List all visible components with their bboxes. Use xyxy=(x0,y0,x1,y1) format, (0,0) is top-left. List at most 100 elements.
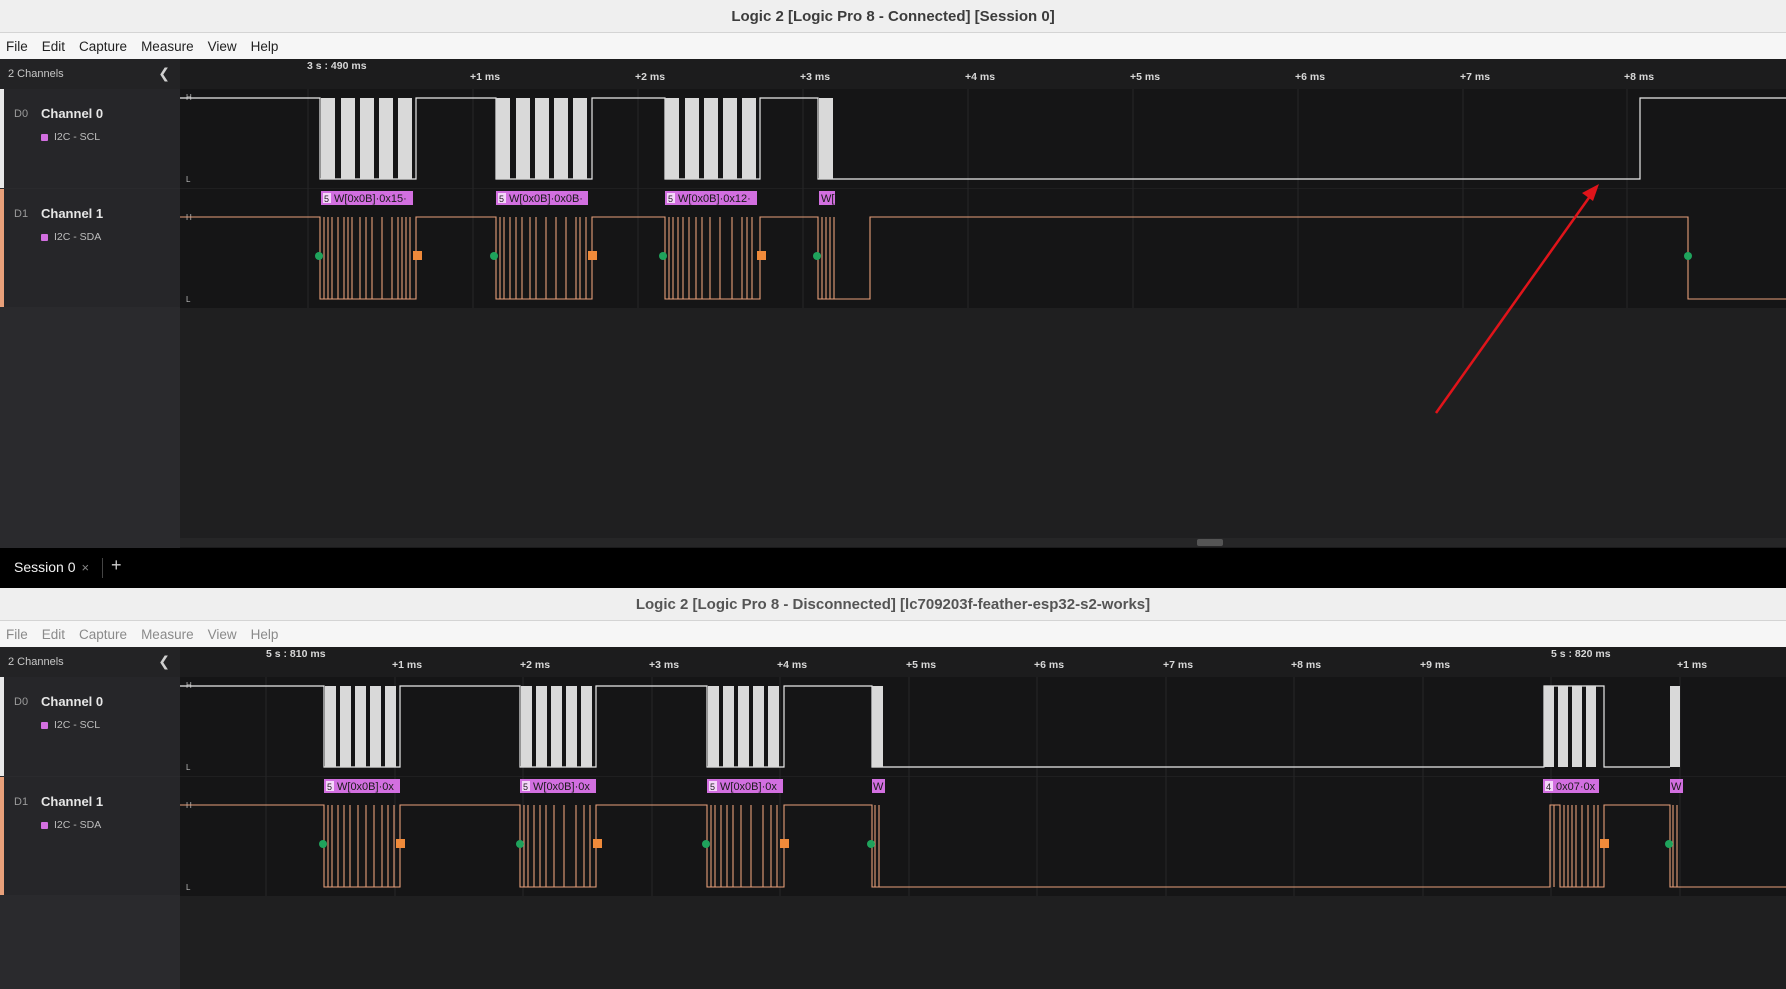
time-tick: +6 ms xyxy=(1034,659,1065,671)
time-tick: +4 ms xyxy=(965,71,996,83)
channel-row-1[interactable]: D1 Channel 1 I2C - SDA xyxy=(0,189,180,307)
start-marker xyxy=(659,252,667,260)
channel-color-bar xyxy=(0,189,4,307)
session-tab[interactable]: Session 0 × xyxy=(14,559,89,575)
analyzer-tag[interactable]: I2C - SCL xyxy=(41,719,100,731)
time-start-label: 3 s : 490 ms xyxy=(307,60,367,72)
channel-name[interactable]: Channel 1 xyxy=(41,794,103,809)
add-session-button[interactable]: + xyxy=(111,555,122,576)
time-tick: +8 ms xyxy=(1624,71,1655,83)
channels-header: 2 Channels ❮ xyxy=(0,59,180,89)
svg-text:W[0x0B]·0x0B·: W[0x0B]·0x0B· xyxy=(509,193,583,205)
menu-capture[interactable]: Capture xyxy=(73,39,135,54)
menu-view[interactable]: View xyxy=(202,627,245,642)
time-axis[interactable]: 5 s : 810 ms +1 ms +2 ms +3 ms +4 ms +5 … xyxy=(180,647,1786,677)
time-tick: +2 ms xyxy=(520,659,551,671)
analyzer-tag[interactable]: I2C - SDA xyxy=(41,819,101,831)
menu-bar-2: File Edit Capture Measure View Help xyxy=(0,621,1786,648)
start-marker xyxy=(490,252,498,260)
channels-count: 2 Channels xyxy=(8,68,64,80)
analyzer-color-icon xyxy=(41,721,48,729)
menu-bar: File Edit Capture Measure View Help xyxy=(0,33,1786,60)
channel-0-track xyxy=(180,89,1786,188)
menu-file[interactable]: File xyxy=(0,627,36,642)
menu-help[interactable]: Help xyxy=(245,627,287,642)
menu-help[interactable]: Help xyxy=(245,39,287,54)
svg-text:0x07·0x: 0x07·0x xyxy=(1556,781,1596,793)
channel-row-0[interactable]: D0 Channel 0 I2C - SCL xyxy=(0,677,180,776)
analyzer-color-icon xyxy=(41,233,48,241)
time-start-label: 5 s : 810 ms xyxy=(266,648,326,660)
analyzer-tag[interactable]: I2C - SCL xyxy=(41,131,100,143)
time-tick: +9 ms xyxy=(1420,659,1451,671)
waveform-area[interactable]: H L H L xyxy=(180,89,1786,538)
svg-text:5: 5 xyxy=(710,782,715,792)
svg-text:5: 5 xyxy=(499,194,504,204)
menu-capture[interactable]: Capture xyxy=(73,627,135,642)
channel-index: D0 xyxy=(14,108,29,120)
channel-name[interactable]: Channel 1 xyxy=(41,206,103,221)
channel-panel: 2 Channels ❮ D0 Channel 0 I2C - SCL D1 C… xyxy=(0,59,180,548)
time-start-label: 5 s : 820 ms xyxy=(1551,648,1611,660)
analyzer-color-icon xyxy=(41,133,48,141)
channel-row-1[interactable]: D1 Channel 1 I2C - SDA xyxy=(0,777,180,895)
channel-color-bar xyxy=(0,677,4,776)
menu-measure[interactable]: Measure xyxy=(135,39,202,54)
svg-text:L: L xyxy=(186,883,191,892)
collapse-chevron-icon[interactable]: ❮ xyxy=(158,65,170,82)
channel-row-0[interactable]: D0 Channel 0 I2C - SCL xyxy=(0,89,180,188)
time-tick: +5 ms xyxy=(906,659,937,671)
time-tick: +2 ms xyxy=(635,71,666,83)
scrollbar-thumb[interactable] xyxy=(1197,539,1223,546)
analyzer-tag[interactable]: I2C - SDA xyxy=(41,231,101,243)
window-title-bar-2: Logic 2 [Logic Pro 8 - Disconnected] [lc… xyxy=(0,588,1786,621)
capture-window: 2 Channels ❮ D0 Channel 0 I2C - SCL D1 C… xyxy=(0,59,1786,548)
time-tick: +8 ms xyxy=(1291,659,1322,671)
collapse-chevron-icon[interactable]: ❮ xyxy=(158,653,170,670)
svg-text:5: 5 xyxy=(327,782,332,792)
analyzer-color-icon xyxy=(41,821,48,829)
time-tick: +1 ms xyxy=(1677,659,1708,671)
channel-index: D1 xyxy=(14,796,29,808)
window-title: Logic 2 [Logic Pro 8 - Connected] [Sessi… xyxy=(731,7,1055,25)
channel-name[interactable]: Channel 0 xyxy=(41,694,103,709)
capture-window-2: 2 Channels ❮ D0 Channel 0 I2C - SCL D1 C… xyxy=(0,647,1786,989)
svg-text:W[: W[ xyxy=(821,193,834,205)
svg-text:W[0x0B]·0x: W[0x0B]·0x xyxy=(337,781,394,793)
waveform-area[interactable]: H L H L xyxy=(180,677,1786,989)
time-tick: +7 ms xyxy=(1163,659,1194,671)
time-axis[interactable]: 3 s : 490 ms +1 ms +2 ms +3 ms +4 ms +5 … xyxy=(180,59,1786,89)
horizontal-scrollbar[interactable] xyxy=(180,538,1786,547)
time-tick: +6 ms xyxy=(1295,71,1326,83)
level-low-label: L xyxy=(186,295,191,304)
svg-text:5: 5 xyxy=(324,194,329,204)
time-tick: +5 ms xyxy=(1130,71,1161,83)
menu-measure[interactable]: Measure xyxy=(135,627,202,642)
channel-index: D0 xyxy=(14,696,29,708)
channel-1-track xyxy=(180,189,1786,308)
menu-edit[interactable]: Edit xyxy=(36,39,73,54)
time-tick: +1 ms xyxy=(392,659,423,671)
stop-marker xyxy=(757,251,766,260)
svg-text:W: W xyxy=(1671,781,1682,793)
start-marker xyxy=(813,252,821,260)
svg-text:W[0x0B]·0x15·: W[0x0B]·0x15· xyxy=(334,193,407,205)
menu-file[interactable]: File xyxy=(0,39,36,54)
svg-text:W: W xyxy=(873,781,884,793)
time-tick: +7 ms xyxy=(1460,71,1491,83)
stop-marker xyxy=(588,251,597,260)
channel-name[interactable]: Channel 0 xyxy=(41,106,103,121)
menu-edit[interactable]: Edit xyxy=(36,627,73,642)
start-marker xyxy=(315,252,323,260)
channels-header: 2 Channels ❮ xyxy=(0,647,180,677)
close-tab-icon[interactable]: × xyxy=(81,560,89,575)
time-tick: +4 ms xyxy=(777,659,808,671)
svg-text:W[0x0B]·0x: W[0x0B]·0x xyxy=(720,781,777,793)
menu-view[interactable]: View xyxy=(202,39,245,54)
channel-color-bar xyxy=(0,89,4,188)
time-tick: +1 ms xyxy=(470,71,501,83)
svg-text:L: L xyxy=(186,763,191,772)
svg-text:W[0x0B]·0x12·: W[0x0B]·0x12· xyxy=(678,193,751,205)
start-marker xyxy=(1684,252,1692,260)
channel-color-bar xyxy=(0,777,4,895)
